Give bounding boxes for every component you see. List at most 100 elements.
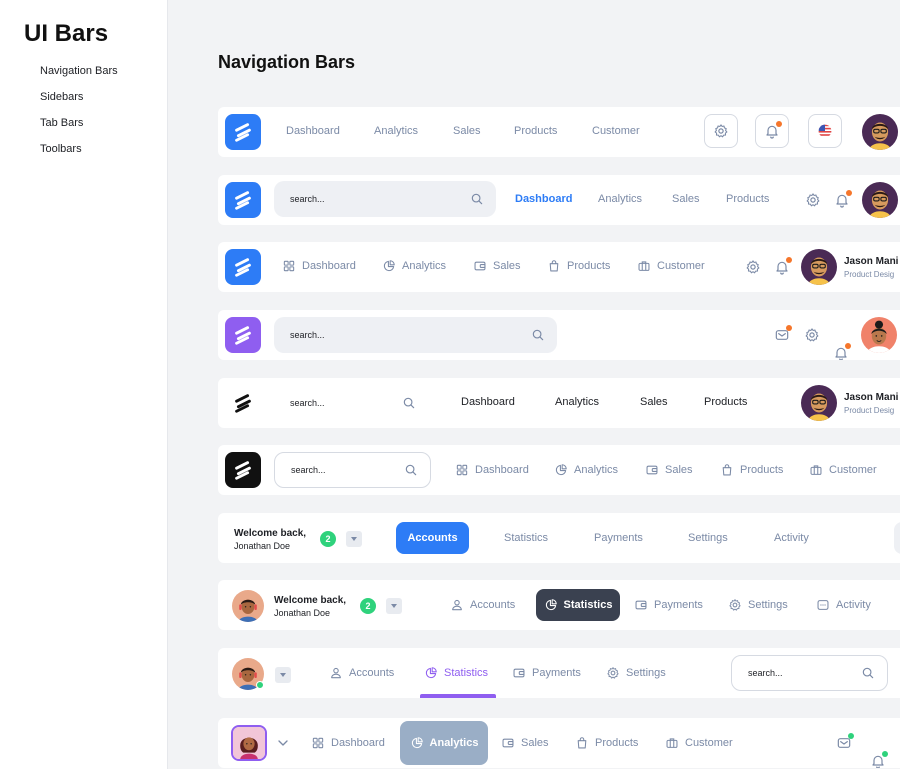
tab-accounts[interactable]: Accounts [450,598,515,612]
settings-button[interactable] [704,114,738,148]
brand-logo[interactable] [225,114,261,150]
nav-dashboard[interactable]: Dashboard [311,736,385,750]
nav-products[interactable]: Products [726,193,769,205]
nav-analytics[interactable]: Analytics [598,193,642,205]
nav-customer[interactable]: Customer [809,463,877,477]
tab-settings[interactable]: Settings [728,598,788,612]
nav-dashboard[interactable]: Dashboard [515,193,572,205]
bell-icon[interactable] [833,190,852,209]
search-input[interactable]: search... [274,317,557,353]
tab-statistics[interactable]: Statistics [536,589,620,621]
tab-activity[interactable]: Activity [774,532,809,544]
gear-icon [728,598,742,612]
nav-products[interactable]: Products [514,125,557,137]
search-input[interactable]: search... [290,385,416,421]
brand-logo[interactable] [225,249,261,285]
pie-chart-icon [382,259,396,273]
navbar-8: Welcome back, Jonathan Doe 2 Accounts St… [218,580,900,630]
search-input[interactable]: search... [731,655,888,691]
tab-settings[interactable]: Settings [606,666,666,680]
nav-analytics[interactable]: Analytics [554,463,618,477]
bell-icon[interactable] [869,751,888,768]
nav-customer[interactable]: Customer [592,125,640,137]
sidebar-item-tab-bars[interactable]: Tab Bars [40,117,118,143]
grid-icon [282,259,296,273]
navbar-9: Accounts Statistics Payments Settings se… [218,648,900,698]
nav-analytics[interactable]: Analytics [382,259,446,273]
nav-customer[interactable]: Customer [637,259,705,273]
wallet-icon [501,736,515,750]
tab-payments[interactable]: Payments [594,532,643,544]
nav-products[interactable]: Products [575,736,638,750]
overflow-button[interactable] [894,522,900,554]
tab-accounts[interactable]: Accounts [396,522,469,554]
sidebar-item-toolbars[interactable]: Toolbars [40,143,118,169]
search-input[interactable]: search... [274,452,431,488]
nav-sales[interactable]: Sales [645,463,693,477]
avatar[interactable] [801,249,837,285]
nav-sales[interactable]: Sales [453,125,481,137]
account-dropdown[interactable] [386,598,402,614]
avatar[interactable] [862,182,898,218]
notifications-button[interactable] [755,114,789,148]
nav-sales[interactable]: Sales [501,736,549,750]
nav-dashboard[interactable]: Dashboard [286,125,340,137]
nav-products[interactable]: Products [547,259,610,273]
user-icon [329,666,343,680]
nav-dashboard[interactable]: Dashboard [461,396,515,408]
avatar[interactable] [232,590,264,622]
gear-icon[interactable] [744,258,762,276]
tab-statistics[interactable]: Statistics [504,532,548,544]
nav-products[interactable]: Products [704,396,747,408]
nav-sales[interactable]: Sales [672,193,700,205]
nav-dashboard[interactable]: Dashboard [455,463,529,477]
mail-icon[interactable] [835,733,854,752]
wallet-icon [473,259,487,273]
bell-icon[interactable] [773,257,792,276]
chevron-down-icon[interactable] [274,734,292,752]
navbar-1: Dashboard Analytics Sales Products Custo… [218,107,900,157]
brand-logo[interactable] [225,317,261,353]
nav-analytics[interactable]: Analytics [374,125,418,137]
search-input[interactable]: search... [274,181,496,217]
wallet-icon [634,598,648,612]
shopping-bag-icon [575,736,589,750]
nav-dashboard[interactable]: Dashboard [282,259,356,273]
brand-logo[interactable] [225,182,261,218]
mail-icon[interactable] [773,325,792,344]
sidebar-title: UI Bars [24,20,109,47]
tab-statistics[interactable]: Statistics [424,666,488,680]
user-role: Product Desig [844,270,895,279]
nav-products[interactable]: Products [720,463,783,477]
sidebar-item-sidebars[interactable]: Sidebars [40,91,118,117]
brand-logo[interactable] [225,452,261,488]
navbar-6: search... Dashboard Analytics Sales Prod… [218,445,900,495]
sidebar-item-navigation-bars[interactable]: Navigation Bars [40,65,118,91]
user-name: Jason Mani [844,392,899,403]
gear-icon[interactable] [803,326,821,344]
nav-analytics[interactable]: Analytics [555,396,599,408]
nav-analytics[interactable]: Analytics [400,721,488,765]
search-icon [861,666,875,680]
avatar[interactable] [861,317,897,353]
avatar[interactable] [801,385,837,421]
avatar[interactable] [231,725,267,761]
tab-accounts[interactable]: Accounts [329,666,394,680]
nav-sales[interactable]: Sales [640,396,668,408]
tab-payments[interactable]: Payments [634,598,703,612]
language-button[interactable] [808,114,842,148]
bell-icon[interactable] [832,343,851,360]
tab-payments[interactable]: Payments [512,666,581,680]
nav-customer[interactable]: Customer [665,736,733,750]
account-dropdown[interactable] [275,667,291,683]
gear-icon[interactable] [804,191,822,209]
tab-activity[interactable]: Activity [816,598,871,612]
shopping-bag-icon [547,259,561,273]
tab-settings[interactable]: Settings [688,532,728,544]
nav-sales[interactable]: Sales [473,259,521,273]
caret-down-icon [351,537,357,541]
brand-logo[interactable] [225,385,261,421]
account-dropdown[interactable] [346,531,362,547]
avatar[interactable] [862,114,898,150]
search-placeholder: search... [748,668,783,678]
